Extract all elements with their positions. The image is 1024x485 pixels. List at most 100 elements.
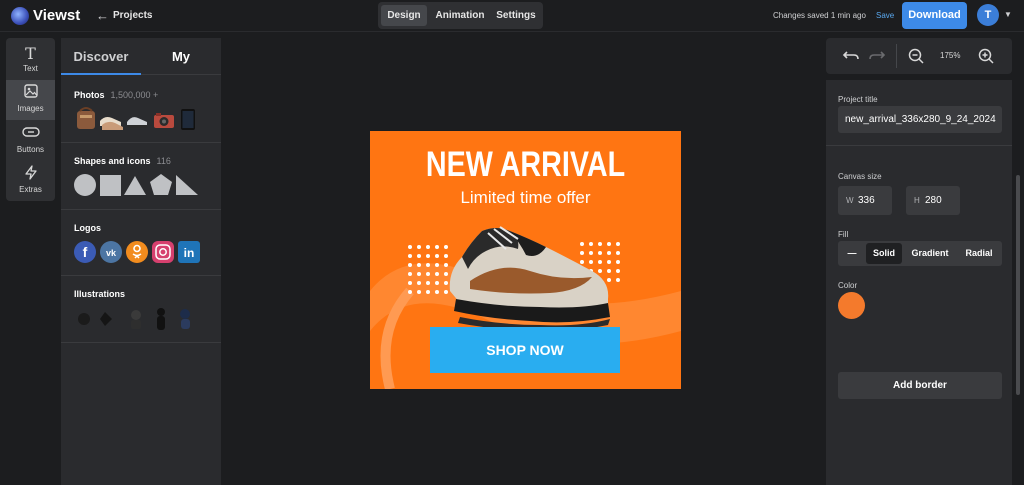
bag-photo-thumb: [77, 107, 95, 129]
section-title: Photos 1,500,000 +: [74, 90, 158, 100]
height-value: 280: [925, 195, 942, 206]
back-arrow-icon[interactable]: ←: [96, 8, 109, 23]
ad-banner[interactable]: NEW ARRIVAL Limited time offer SHOP NOW: [370, 131, 681, 389]
rail-item-text[interactable]: T Text: [6, 40, 55, 80]
fill-radial-option[interactable]: Radial: [958, 243, 1000, 264]
square-shape-icon: [100, 175, 121, 196]
tab-my[interactable]: My: [141, 38, 221, 75]
redo-icon[interactable]: [868, 48, 886, 62]
illustrations-section[interactable]: Illustrations: [61, 276, 221, 343]
properties-panel: Project title new_arrival_336x280_9_24_2…: [826, 80, 1012, 485]
logo-thumbnails[interactable]: f vk in: [73, 239, 201, 265]
section-count: 116: [156, 156, 171, 166]
add-border-button[interactable]: Add border: [838, 372, 1002, 399]
toolbar-divider: [896, 44, 897, 68]
fill-solid-option[interactable]: Solid: [866, 243, 902, 264]
save-link[interactable]: Save: [876, 11, 894, 20]
width-value: 336: [858, 195, 875, 206]
bolt-icon: [6, 165, 55, 183]
tab-discover[interactable]: Discover: [61, 38, 141, 75]
tool-rail: T Text Images Buttons Extras: [6, 38, 55, 201]
sphere-illustration-thumb: [78, 313, 90, 325]
photos-section[interactable]: Photos 1,500,000 +: [61, 76, 221, 143]
image-icon: [6, 84, 55, 102]
shoe-photo-thumb: [127, 117, 147, 128]
rail-item-label: Buttons: [16, 145, 45, 154]
banner-headline[interactable]: NEW ARRIVAL: [398, 145, 653, 185]
zoom-out-icon[interactable]: [908, 48, 924, 64]
facebook-logo-icon: f: [74, 241, 96, 263]
mode-tabs: Design Animation Settings: [378, 2, 543, 29]
rail-item-extras[interactable]: Extras: [6, 161, 55, 201]
banner-subtitle[interactable]: Limited time offer: [370, 188, 681, 208]
svg-text:f: f: [83, 244, 88, 260]
sneaker-image: [449, 226, 610, 332]
fill-none-option[interactable]: —: [840, 243, 864, 264]
astronaut-illustration-thumb: [180, 309, 190, 329]
figure-illustration-thumb: [157, 308, 165, 330]
undo-icon[interactable]: [842, 48, 860, 62]
crystal-illustration-thumb: [100, 312, 112, 326]
rail-item-label: Text: [23, 64, 38, 73]
shop-now-button[interactable]: SHOP NOW: [430, 327, 620, 373]
app-name: Viewst: [33, 7, 81, 24]
zoom-in-icon[interactable]: [978, 48, 994, 64]
pentagon-shape-icon: [150, 174, 172, 195]
text-icon: T: [25, 44, 36, 63]
width-prefix: W: [846, 196, 854, 205]
avatar[interactable]: T: [977, 4, 999, 26]
section-title: Illustrations: [74, 289, 126, 299]
tablet-photo-thumb: [181, 109, 195, 130]
svg-text:in: in: [184, 246, 195, 260]
zoom-level[interactable]: 175%: [940, 51, 960, 60]
canvas-height-input[interactable]: H 280: [906, 186, 960, 215]
head-illustration-thumb: [131, 310, 141, 329]
save-status: Changes saved 1 min ago: [773, 11, 866, 20]
section-title-text: Photos: [74, 90, 105, 100]
color-label: Color: [838, 281, 858, 290]
properties-scrollbar[interactable]: [1016, 175, 1020, 395]
circle-shape-icon: [74, 174, 96, 196]
logos-section[interactable]: Logos f vk in: [61, 210, 221, 276]
right-triangle-shape-icon: [176, 175, 198, 195]
fill-gradient-option[interactable]: Gradient: [904, 243, 956, 264]
rail-item-buttons[interactable]: Buttons: [6, 121, 55, 161]
shape-thumbnails[interactable]: [73, 172, 201, 198]
section-title: Logos: [74, 223, 101, 233]
button-icon: [6, 125, 55, 143]
canvas-width-input[interactable]: W 336: [838, 186, 892, 215]
section-count: 1,500,000 +: [110, 90, 159, 100]
vk-logo-icon: vk: [100, 241, 122, 263]
canvas-size-label: Canvas size: [838, 172, 882, 181]
rail-item-label: Images: [17, 104, 44, 113]
history-zoom-bar: 175%: [826, 38, 1012, 74]
ok-logo-icon: [126, 241, 148, 263]
triangle-shape-icon: [124, 176, 146, 195]
project-title-label: Project title: [838, 95, 878, 104]
sneakers-photo-thumb: [100, 117, 123, 130]
divider: [826, 145, 1012, 146]
linkedin-logo-icon: in: [178, 241, 200, 263]
projects-link[interactable]: Projects: [113, 10, 152, 21]
rail-item-images[interactable]: Images: [6, 80, 55, 120]
height-prefix: H: [914, 196, 920, 205]
camera-photo-thumb: [154, 113, 174, 128]
instagram-logo-icon: [152, 241, 174, 263]
color-swatch[interactable]: [838, 292, 865, 319]
tab-settings[interactable]: Settings: [492, 5, 540, 26]
chevron-down-icon[interactable]: ▼: [1004, 10, 1012, 19]
tab-animation[interactable]: Animation: [431, 5, 489, 26]
rail-item-label: Extras: [19, 185, 42, 194]
section-title-text: Shapes and icons: [74, 156, 151, 166]
assets-panel: Discover My Photos 1,500,000 + Shapes an…: [61, 38, 221, 485]
download-button[interactable]: Download: [902, 2, 967, 29]
svg-text:vk: vk: [106, 248, 117, 258]
project-title-input[interactable]: new_arrival_336x280_9_24_2024: [838, 106, 1002, 133]
shapes-section[interactable]: Shapes and icons 116: [61, 143, 221, 210]
illustration-thumbnails[interactable]: [75, 305, 200, 331]
fill-type-selector: — Solid Gradient Radial: [838, 241, 1002, 266]
photo-thumbnails[interactable]: [75, 106, 200, 132]
tab-design[interactable]: Design: [381, 5, 427, 26]
fill-label: Fill: [838, 230, 849, 239]
viewst-logo-icon[interactable]: [11, 7, 29, 25]
